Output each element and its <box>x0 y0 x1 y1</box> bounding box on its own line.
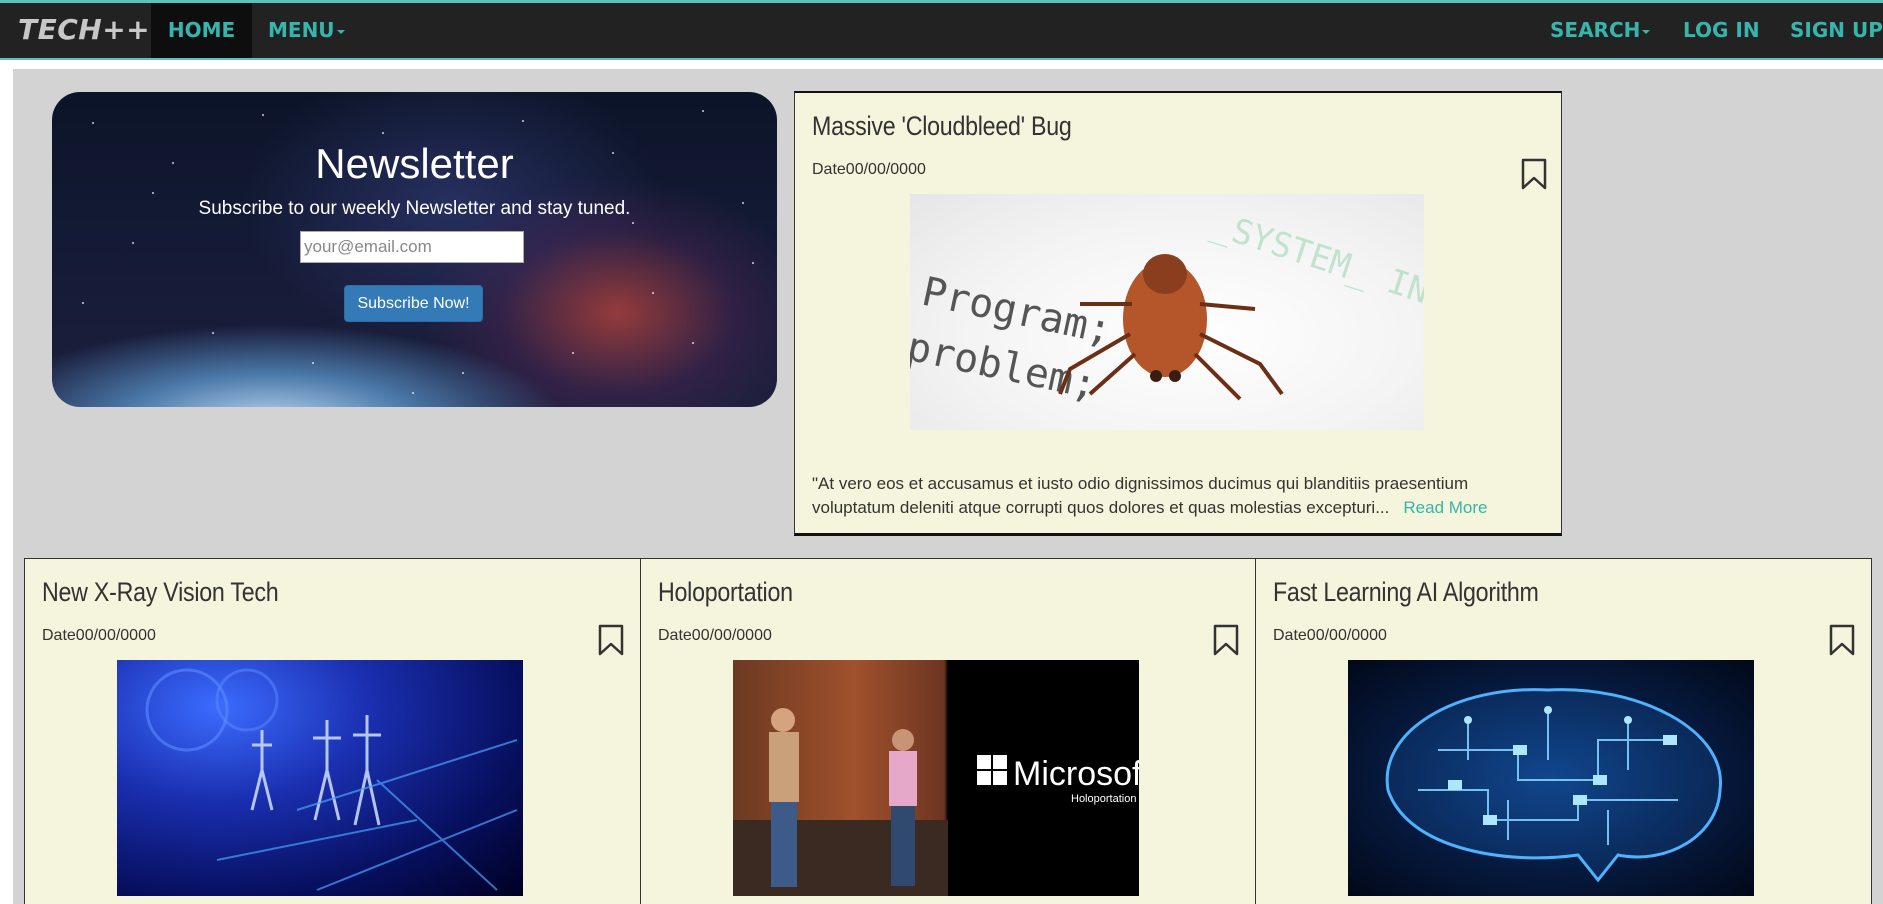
caret-down-icon <box>1642 29 1651 34</box>
excerpt-line-1: "At vero eos et accusamus et iusto odio … <box>812 474 1469 493</box>
article-date: Date00/00/0000 <box>1273 627 1387 644</box>
article-image-holoportation: Microsoft Holoportation <box>733 660 1139 896</box>
holoportation-illustration: Microsoft Holoportation <box>733 708 1139 896</box>
article-card-holoportation: Holoportation Date00/00/0000 Microsoft H… <box>640 558 1256 904</box>
bug-illustration: Program; problem; _SYSTEM_ INC <box>910 205 1424 409</box>
caret-down-icon <box>336 29 345 34</box>
top-navbar: TECH++ HOME MENU SEARCH LOG IN SIGN UP <box>0 0 1883 60</box>
brand-logo[interactable]: TECH++ <box>18 13 150 46</box>
article-image-xray <box>117 660 523 896</box>
svg-text:_SYSTEM_ INC: _SYSTEM_ INC <box>1207 205 1424 319</box>
newsletter-email-input[interactable] <box>300 231 524 263</box>
image-text-microsoft: Microsoft <box>1013 755 1139 793</box>
newsletter-panel: Newsletter Subscribe to our weekly Newsl… <box>52 92 777 407</box>
article-card-ai: Fast Learning AI Algorithm Date00/00/000… <box>1255 558 1872 904</box>
article-title[interactable]: Massive 'Cloudbleed' Bug <box>812 111 1072 142</box>
image-text-holoportation: Holoportation <box>1071 793 1136 805</box>
article-date: Date00/00/0000 <box>658 627 772 644</box>
nav-home[interactable]: HOME <box>151 3 252 58</box>
newsletter-subtitle: Subscribe to our weekly Newsletter and s… <box>198 198 631 219</box>
ai-brain-illustration <box>1385 688 1722 883</box>
bookmark-icon[interactable] <box>1829 624 1855 656</box>
nav-search-label: SEARCH <box>1550 18 1641 42</box>
bookmark-icon[interactable] <box>598 624 624 656</box>
bookmark-icon[interactable] <box>1521 158 1547 190</box>
nav-signup[interactable]: SIGN UP <box>1790 3 1883 58</box>
bookmark-icon[interactable] <box>1213 624 1239 656</box>
article-card-xray: New X-Ray Vision Tech Date00/00/0000 <box>24 558 641 904</box>
article-title[interactable]: Fast Learning AI Algorithm <box>1273 577 1539 608</box>
nav-search-dropdown[interactable]: SEARCH <box>1550 3 1651 58</box>
article-title[interactable]: Holoportation <box>658 577 793 608</box>
article-image-ai-brain <box>1348 660 1754 896</box>
article-excerpt: "At vero eos et accusamus et iusto odio … <box>812 472 1488 520</box>
nav-menu-dropdown[interactable]: MENU <box>268 3 345 58</box>
read-more-link[interactable]: Read More <box>1403 498 1487 517</box>
article-date: Date00/00/0000 <box>812 161 926 178</box>
subscribe-button[interactable]: Subscribe Now! <box>344 285 483 322</box>
article-image-bug: Program; problem; _SYSTEM_ INC <box>910 194 1424 430</box>
article-date: Date00/00/0000 <box>42 627 156 644</box>
xray-illustration <box>145 668 518 891</box>
nav-menu-label: MENU <box>268 18 335 42</box>
featured-article-card: Massive 'Cloudbleed' Bug Date00/00/0000 … <box>794 91 1562 536</box>
excerpt-line-2-text: voluptatum deleniti atque corrupti quos … <box>812 498 1390 517</box>
excerpt-line-2: voluptatum deleniti atque corrupti quos … <box>812 496 1488 520</box>
newsletter-title: Newsletter <box>315 140 514 187</box>
nav-login[interactable]: LOG IN <box>1683 3 1760 58</box>
article-title[interactable]: New X-Ray Vision Tech <box>42 577 279 608</box>
